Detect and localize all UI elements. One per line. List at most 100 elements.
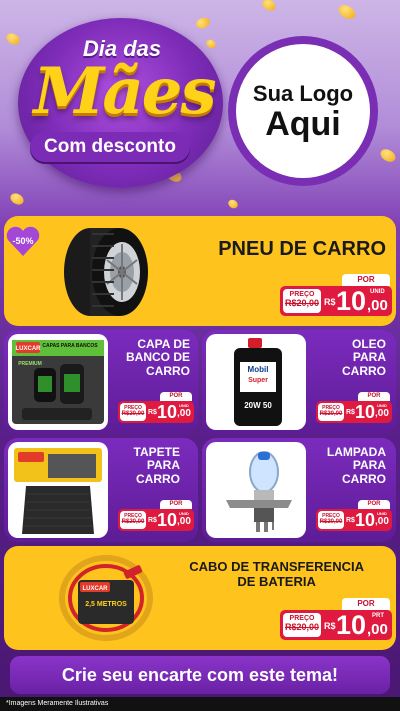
product-name-line: OLEO [351, 337, 386, 351]
price-tag: POR PREÇO R$20,00 R$ 10 UNID ,00 [316, 392, 392, 426]
old-price-box: PREÇO R$20,00 [283, 613, 321, 637]
product-name-line: PNEU DE CARRO [218, 238, 386, 260]
currency: R$ [148, 517, 157, 524]
seat-cover-sub: PREMIUM [18, 361, 42, 367]
price-tag: POR PREÇO R$20,00 R$ 10 PRT ,00 [280, 598, 392, 644]
petal-decoration [4, 31, 22, 47]
old-price: R$20,00 [121, 411, 145, 417]
oil-brand: Mobil [248, 365, 269, 374]
currency: R$ [324, 621, 336, 631]
old-price-box: PREÇO R$20,00 [318, 403, 344, 421]
footer-disclaimer: *Imagens Meramente Ilustrativas [0, 697, 400, 711]
price-box: PREÇO R$20,00 R$ 10 PRT ,00 [280, 610, 392, 640]
product-name: PNEU DE CARRO [218, 238, 386, 260]
old-price: R$20,00 [121, 519, 145, 525]
old-price: R$20,00 [319, 519, 343, 525]
product-name-line: PARA [146, 458, 180, 473]
product-name-line: CARRO [146, 363, 190, 378]
product-name: TAPETE PARA CARRO [134, 445, 180, 486]
oil-sub: Super [248, 377, 268, 384]
old-price-box: PREÇO R$20,00 [318, 511, 344, 529]
petal-decoration [378, 146, 398, 165]
product-card-tire[interactable]: PNEU DE CARRO POR PREÇO R$20,00 R$ 10 UN… [4, 216, 396, 326]
price-cents: ,00 [177, 516, 191, 527]
petal-decoration [336, 2, 358, 22]
old-price-box: PREÇO R$20,00 [120, 403, 146, 421]
product-name-line: CARRO [342, 363, 386, 378]
product-name: LAMPADA PARA CARRO [327, 445, 386, 486]
logo-placeholder[interactable]: Sua Logo Aqui [228, 36, 378, 186]
price-tag: POR PREÇO R$20,00 R$ 10 UNID ,00 [118, 500, 194, 534]
cable-brand: LUXCAR [83, 586, 109, 592]
price-tag: POR PREÇO R$20,00 R$ 10 UNID ,00 [118, 392, 194, 426]
floor-mat-image [8, 442, 108, 538]
old-price-box: PREÇO R$20,00 [120, 511, 146, 529]
oil-image: Mobil Super 20W 50 [206, 334, 306, 430]
price-label-por: POR [342, 274, 390, 286]
product-card-lamp[interactable]: LAMPADA PARA CARRO POR PREÇO R$20,00 R$ … [202, 438, 396, 542]
petal-decoration [226, 198, 240, 210]
cable-size: 2,5 METROS [85, 601, 127, 608]
tire-image [52, 222, 152, 320]
product-card-seat-cover[interactable]: LUXCAR CAPAS PARA BANCOS PREMIUM CAPA DE… [4, 330, 198, 434]
seat-cover-brand: LUXCAR [16, 346, 42, 352]
old-price: R$20,00 [319, 411, 343, 417]
product-card-floor-mat[interactable]: TAPETE PARA CARRO POR PREÇO R$20,00 R$ 1… [4, 438, 198, 542]
price-label-por: POR [358, 500, 390, 509]
currency: R$ [346, 517, 355, 524]
product-name: CABO DE TRANSFERENCIA DE BATERIA [189, 559, 364, 589]
product-name-line: PARA [352, 350, 386, 365]
price-label-por: POR [160, 500, 192, 509]
logo-text-1: Sua Logo [252, 81, 354, 106]
product-name-line: CARRO [136, 471, 180, 486]
product-name-line: PARA [352, 458, 386, 473]
product-name: OLEO PARA CARRO [342, 337, 386, 378]
petal-decoration [260, 0, 278, 13]
price-integer: 10 [157, 510, 178, 530]
price-label-por: POR [358, 392, 390, 401]
price-tag: POR PREÇO R$20,00 R$ 10 UNID ,00 [280, 274, 392, 318]
seat-cover-image: LUXCAR CAPAS PARA BANCOS PREMIUM [8, 334, 108, 430]
lamp-image [206, 442, 306, 538]
price-box: PREÇO R$20,00 R$ 10 UNID ,00 [316, 401, 392, 423]
product-name-line: CARRO [342, 471, 386, 486]
product-name-line: CAPA DE [137, 337, 190, 351]
price-cents: ,00 [367, 621, 388, 638]
price-cents: ,00 [375, 408, 389, 419]
price-label-por: POR [160, 392, 192, 401]
price-box: PREÇO R$20,00 R$ 10 UNID ,00 [316, 509, 392, 531]
old-price: R$20,00 [284, 298, 320, 308]
product-card-oil[interactable]: Mobil Super 20W 50 OLEO PARA CARRO POR P… [202, 330, 396, 434]
product-name: CAPA DE BANCO DE CARRO [125, 337, 190, 378]
price-box: PREÇO R$20,00 R$ 10 UNID ,00 [280, 286, 392, 316]
product-name-line: DE BATERIA [237, 573, 316, 589]
flyer: Dia das Mães Com desconto Sua Logo Aqui [0, 0, 400, 711]
old-price-box: PREÇO R$20,00 [283, 289, 321, 313]
price-cents: ,00 [375, 516, 389, 527]
price-unit: UNID [370, 289, 385, 295]
price-label-preco: PREÇO [289, 291, 315, 298]
petal-decoration [8, 191, 26, 207]
currency: R$ [148, 409, 157, 416]
petal-decoration [204, 38, 218, 50]
price-integer: 10 [336, 286, 367, 316]
price-integer: 10 [355, 510, 376, 530]
price-integer: 10 [157, 402, 178, 422]
price-integer: 10 [355, 402, 376, 422]
product-name-line: CABO DE TRANSFERENCIA [189, 559, 364, 574]
product-card-jumper-cable[interactable]: LUXCAR 2,5 METROS CABO DE TRANSFERENCIA … [4, 546, 396, 650]
price-box: PREÇO R$20,00 R$ 10 UNID ,00 [118, 401, 194, 423]
price-box: PREÇO R$20,00 R$ 10 UNID ,00 [118, 509, 194, 531]
price-unit: PRT [372, 613, 384, 619]
product-name-line: BANCO DE [125, 350, 190, 365]
oil-grade: 20W 50 [244, 401, 272, 410]
currency: R$ [346, 409, 355, 416]
price-label-por: POR [342, 598, 390, 610]
title-line-2: Mães [33, 54, 216, 129]
cta-banner[interactable]: Crie seu encarte com este tema! [10, 656, 390, 694]
price-label-preco: PREÇO [289, 615, 315, 622]
petal-decoration [194, 15, 212, 31]
currency: R$ [324, 297, 336, 307]
header: Dia das Mães Com desconto Sua Logo Aqui [0, 0, 400, 214]
price-cents: ,00 [367, 297, 388, 314]
